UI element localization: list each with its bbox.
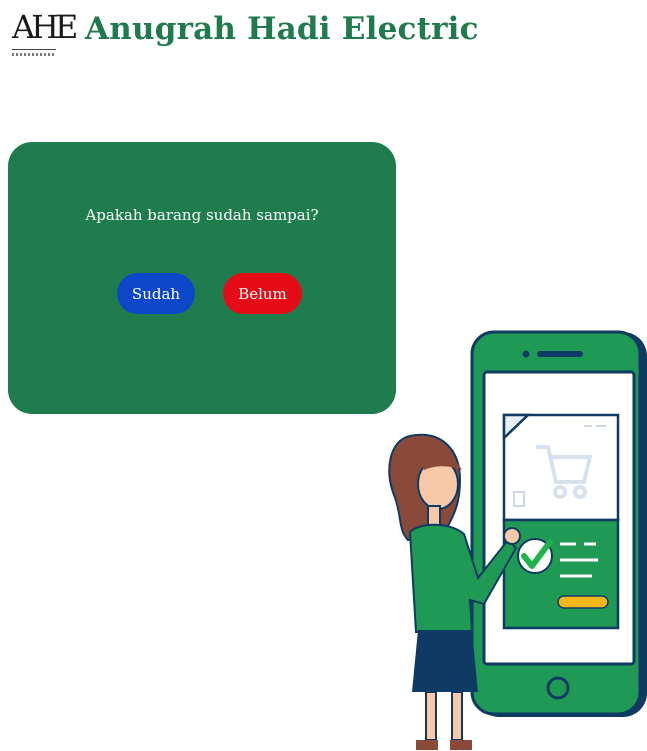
logo-tagline	[12, 53, 56, 56]
receipt-panel	[502, 518, 620, 630]
logo-rule	[12, 49, 56, 50]
header: AHE Anugrah Hadi Electric	[0, 0, 647, 70]
woman-skirt	[412, 630, 478, 692]
no-button[interactable]: Belum	[223, 273, 302, 314]
delivery-confirmation-illustration	[388, 330, 647, 750]
woman-shoe-right	[450, 740, 472, 750]
brand-name: Anugrah Hadi Electric	[85, 11, 479, 47]
delivery-question: Apakah barang sudah sampai?	[85, 206, 319, 224]
cart-card	[502, 413, 620, 522]
brand-logo: AHE	[10, 8, 78, 57]
woman-neck	[427, 505, 441, 527]
woman-shoe-left	[416, 740, 438, 750]
yes-button[interactable]: Sudah	[117, 273, 195, 314]
confirmation-card: Apakah barang sudah sampai? Sudah Belum	[8, 142, 396, 414]
phone-camera	[522, 350, 530, 358]
receipt-button-bar	[557, 595, 609, 609]
phone-speaker	[537, 351, 583, 357]
logo-mark: AHE	[12, 8, 78, 46]
woman-leg-left	[425, 691, 437, 741]
woman-leg-right	[451, 691, 463, 741]
woman-hand	[503, 527, 521, 545]
